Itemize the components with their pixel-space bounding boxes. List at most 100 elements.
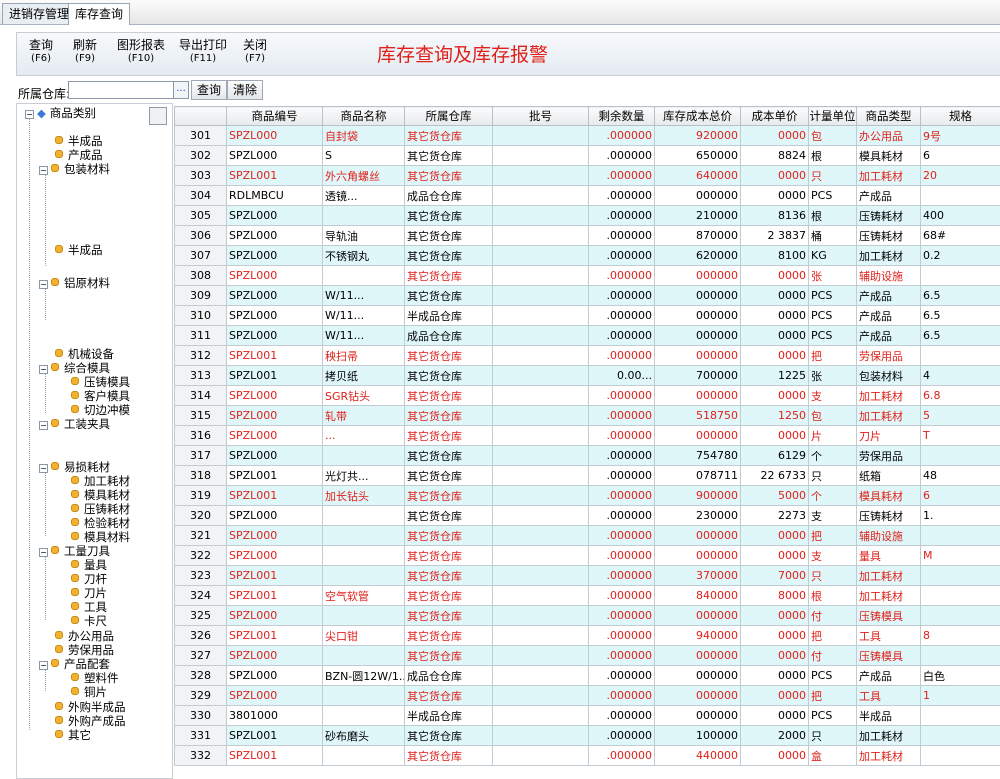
collapse-icon[interactable]: − bbox=[39, 166, 48, 175]
warehouse-picker-button[interactable]: ... bbox=[173, 81, 189, 99]
export-print-button[interactable]: 导出打印(F11) bbox=[179, 39, 227, 65]
tree-node[interactable]: 模具材料 bbox=[71, 530, 130, 544]
chart-report-button[interactable]: 图形报表(F10) bbox=[117, 39, 165, 65]
tree-node[interactable]: −综合模具 bbox=[39, 361, 110, 375]
column-header[interactable]: 成本单价 bbox=[741, 107, 809, 126]
category-tree[interactable]: −◆商品类别半成品产成品−包装材料半成品−铝原材料机械设备−综合模具压铸模具客户… bbox=[16, 103, 173, 779]
column-header[interactable]: 规格 bbox=[921, 107, 1000, 126]
table-row[interactable]: 314SPZL000SGR钻头其它货仓库.0000000000000000支加工… bbox=[175, 386, 1000, 406]
table-row[interactable]: 313SPZL001拷贝纸其它货仓库0.00...7000001225张包装材料… bbox=[175, 366, 1000, 386]
table-row[interactable]: 323SPZL001其它货仓库.0000003700007000只加工耗材 bbox=[175, 566, 1000, 586]
tree-node[interactable]: −◆商品类别 bbox=[25, 106, 96, 120]
tree-node[interactable]: 铜片 bbox=[71, 685, 107, 699]
table-row[interactable]: 332SPZL001其它货仓库.0000004400000000盒加工耗材 bbox=[175, 746, 1000, 766]
column-header[interactable]: 商品名称 bbox=[323, 107, 405, 126]
tree-node[interactable]: 卡尺 bbox=[71, 614, 107, 628]
tree-node[interactable]: −工装夹具 bbox=[39, 417, 110, 431]
column-header[interactable] bbox=[175, 107, 227, 126]
table-row[interactable]: 327SPZL000其它货仓库.0000000000000000付压铸模具 bbox=[175, 646, 1000, 666]
collapse-icon[interactable]: − bbox=[39, 548, 48, 557]
tree-node[interactable]: 半成品 bbox=[55, 134, 103, 148]
table-row[interactable]: 317SPZL000其它货仓库.0000007547806129个劳保用品 bbox=[175, 446, 1000, 466]
table-row[interactable]: 326SPZL001尖口钳其它货仓库.0000009400000000把工具8 bbox=[175, 626, 1000, 646]
table-row[interactable]: 318SPZL001光灯共...其它货仓库.00000007871122 673… bbox=[175, 466, 1000, 486]
collapse-icon[interactable]: − bbox=[39, 280, 48, 289]
table-row[interactable]: 324SPZL001空气软管其它货仓库.0000008400008000根加工耗… bbox=[175, 586, 1000, 606]
tree-node[interactable]: −工量刀具 bbox=[39, 544, 110, 558]
table-row[interactable]: 319SPZL001加长钻头其它货仓库.0000009000005000个模具耗… bbox=[175, 486, 1000, 506]
collapse-icon[interactable]: − bbox=[39, 421, 48, 430]
table-row[interactable]: 329SPZL000其它货仓库.0000000000000000把工具1 bbox=[175, 686, 1000, 706]
table-cell: 327 bbox=[175, 646, 227, 666]
collapse-icon[interactable]: − bbox=[39, 464, 48, 473]
table-row[interactable]: 303SPZL001外六角螺丝其它货仓库.0000006400000000只加工… bbox=[175, 166, 1000, 186]
tree-node[interactable]: 其它 bbox=[55, 728, 91, 742]
table-cell: KG bbox=[809, 246, 857, 266]
warehouse-input[interactable] bbox=[68, 81, 174, 99]
table-row[interactable]: 309SPZL000W/11...其它货仓库.0000000000000000P… bbox=[175, 286, 1000, 306]
tree-node[interactable]: 切边冲模 bbox=[71, 403, 130, 417]
tree-node[interactable]: 塑料件 bbox=[71, 671, 119, 685]
refresh-button[interactable]: 刷新(F9) bbox=[73, 39, 97, 65]
table-row[interactable]: 321SPZL000其它货仓库.0000000000000000把辅助设施 bbox=[175, 526, 1000, 546]
table-cell: SPZL000 bbox=[227, 206, 323, 226]
close-button[interactable]: 关闭(F7) bbox=[243, 39, 267, 65]
filter-query-button[interactable]: 查询 bbox=[191, 80, 227, 100]
table-row[interactable]: 328SPZL000BZN-圆12W/1...成品仓仓库.00000000000… bbox=[175, 666, 1000, 686]
table-row[interactable]: 305SPZL000其它货仓库.0000002100008136根压铸耗材400 bbox=[175, 206, 1000, 226]
tree-node[interactable]: −包装材料 bbox=[39, 162, 110, 176]
tree-node[interactable]: 压铸耗材 bbox=[71, 502, 130, 516]
tree-node[interactable]: 客户模具 bbox=[71, 389, 130, 403]
tree-node[interactable]: 办公用品 bbox=[55, 629, 114, 643]
table-row[interactable]: 331SPZL001砂布磨头其它货仓库.0000001000002000只加工耗… bbox=[175, 726, 1000, 746]
tree-node[interactable]: 量具 bbox=[71, 558, 107, 572]
tree-node[interactable]: 工具 bbox=[71, 600, 107, 614]
table-row[interactable]: 311SPZL000W/11...成品仓仓库.0000000000000000P… bbox=[175, 326, 1000, 346]
tree-node[interactable]: 压铸模具 bbox=[71, 375, 130, 389]
tree-node[interactable]: −产品配套 bbox=[39, 657, 110, 671]
column-header[interactable]: 剩余数量 bbox=[589, 107, 655, 126]
table-row[interactable]: 325SPZL000其它货仓库.0000000000000000付压铸模具 bbox=[175, 606, 1000, 626]
tree-node[interactable]: 刀片 bbox=[71, 586, 107, 600]
table-row[interactable]: 312SPZL001秧扫帚其它货仓库.0000000000000000把劳保用品 bbox=[175, 346, 1000, 366]
column-header[interactable]: 所属仓库 bbox=[405, 107, 493, 126]
tree-node[interactable]: 半成品 bbox=[55, 243, 103, 257]
collapse-icon[interactable]: − bbox=[25, 110, 34, 119]
table-row[interactable]: 316SPZL000...其它货仓库.0000000000000000片刀片T bbox=[175, 426, 1000, 446]
tree-node[interactable]: 检验耗材 bbox=[71, 516, 130, 530]
tree-node[interactable]: 刀杆 bbox=[71, 572, 107, 586]
table-row[interactable]: 3303801000半成品仓库.0000000000000000PCS半成品 bbox=[175, 706, 1000, 726]
table-row[interactable]: 306SPZL000导轨油其它货仓库.0000008700002 3837桶压铸… bbox=[175, 226, 1000, 246]
tree-node[interactable]: 加工耗材 bbox=[71, 474, 130, 488]
stock-table-container[interactable]: 商品编号商品名称所属仓库批号剩余数量库存成本总价成本单价计量单位商品类型规格 3… bbox=[174, 106, 1000, 777]
table-row[interactable]: 315SPZL000轧带其它货仓库.0000005187501250包加工耗材5 bbox=[175, 406, 1000, 426]
column-header[interactable]: 商品编号 bbox=[227, 107, 323, 126]
column-header[interactable]: 计量单位 bbox=[809, 107, 857, 126]
table-row[interactable]: 307SPZL000不锈钢丸其它货仓库.0000006200008100KG加工… bbox=[175, 246, 1000, 266]
table-row[interactable]: 308SPZL000其它货仓库.0000000000000000张辅助设施 bbox=[175, 266, 1000, 286]
tree-node[interactable]: 模具耗材 bbox=[71, 488, 130, 502]
query-button[interactable]: 查询(F6) bbox=[29, 39, 53, 65]
tab-inventory-management[interactable]: 进销存管理 bbox=[2, 3, 76, 24]
tree-node[interactable]: 外购半成品 bbox=[55, 700, 126, 714]
table-row[interactable]: 304RDLMBCU透镜...成品仓仓库.0000000000000000PCS… bbox=[175, 186, 1000, 206]
filter-clear-button[interactable]: 清除 bbox=[227, 80, 263, 100]
table-row[interactable]: 310SPZL000W/11...半成品仓库.0000000000000000P… bbox=[175, 306, 1000, 326]
tree-node[interactable]: 产成品 bbox=[55, 148, 103, 162]
column-header[interactable]: 库存成本总价 bbox=[655, 107, 741, 126]
column-header[interactable]: 商品类型 bbox=[857, 107, 921, 126]
table-row[interactable]: 322SPZL000其它货仓库.0000000000000000支量具M bbox=[175, 546, 1000, 566]
tree-node[interactable]: −易损耗材 bbox=[39, 460, 110, 474]
tree-node[interactable]: 劳保用品 bbox=[55, 643, 114, 657]
tree-node[interactable]: 外购产成品 bbox=[55, 714, 126, 728]
collapse-icon[interactable]: − bbox=[39, 661, 48, 670]
tree-node[interactable]: 机械设备 bbox=[55, 347, 114, 361]
tree-view-toggle-icon[interactable] bbox=[149, 107, 167, 125]
tab-stock-query[interactable]: 库存查询 bbox=[68, 3, 130, 25]
column-header[interactable]: 批号 bbox=[493, 107, 589, 126]
tree-node[interactable]: −铝原材料 bbox=[39, 276, 110, 290]
table-row[interactable]: 320SPZL000其它货仓库.0000002300002273支压铸耗材1. bbox=[175, 506, 1000, 526]
collapse-icon[interactable]: − bbox=[39, 365, 48, 374]
table-row[interactable]: 302SPZL000S其它货仓库.0000006500008824根模具耗材6 bbox=[175, 146, 1000, 166]
table-row[interactable]: 301SPZL000自封袋其它货仓库.0000009200000000包办公用品… bbox=[175, 126, 1000, 146]
